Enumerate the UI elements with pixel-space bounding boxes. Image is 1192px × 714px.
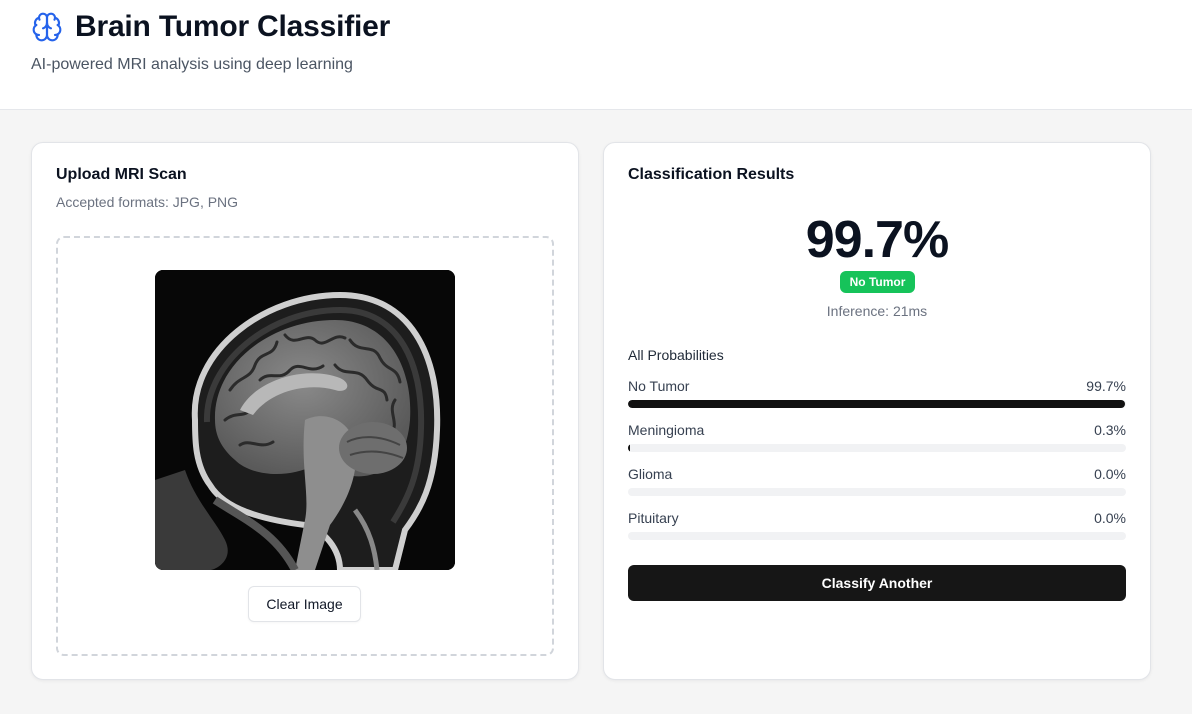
probability-bar-fill xyxy=(628,400,1125,408)
probability-label: Meningioma xyxy=(628,422,705,438)
prediction-badge: No Tumor xyxy=(840,271,915,293)
probability-row: Glioma 0.0% xyxy=(628,466,1126,500)
probability-bar-track xyxy=(628,400,1126,408)
probability-bar-track xyxy=(628,444,1126,452)
probability-label: Glioma xyxy=(628,466,673,482)
results-card: Classification Results 99.7% No Tumor In… xyxy=(603,142,1151,680)
upload-dropzone[interactable]: Clear Image xyxy=(56,236,554,656)
probabilities-title: All Probabilities xyxy=(628,347,724,363)
probability-value: 0.0% xyxy=(1094,466,1126,482)
probability-value: 0.3% xyxy=(1094,422,1126,438)
results-card-title: Classification Results xyxy=(628,166,795,183)
app-subtitle: AI-powered MRI analysis using deep learn… xyxy=(31,56,353,73)
probability-row: No Tumor 99.7% xyxy=(628,378,1126,412)
mri-preview-image xyxy=(155,270,455,570)
upload-card: Upload MRI Scan Accepted formats: JPG, P… xyxy=(31,142,579,680)
probability-bar-track xyxy=(628,532,1126,540)
probability-label: Pituitary xyxy=(628,510,679,526)
top-confidence: 99.7% xyxy=(805,211,949,269)
probability-label: No Tumor xyxy=(628,378,690,394)
probability-value: 99.7% xyxy=(1086,378,1126,394)
probability-row: Meningioma 0.3% xyxy=(628,422,1126,456)
clear-image-button[interactable]: Clear Image xyxy=(248,586,361,622)
upload-card-title: Upload MRI Scan xyxy=(56,166,187,183)
app-title: Brain Tumor Classifier xyxy=(75,10,391,43)
app-header: Brain Tumor Classifier AI-powered MRI an… xyxy=(0,0,1192,110)
inference-time: Inference: 21ms xyxy=(826,303,928,319)
accepted-formats-text: Accepted formats: JPG, PNG xyxy=(56,194,239,210)
probability-bar-fill xyxy=(628,444,630,452)
brain-icon xyxy=(32,12,62,42)
classify-another-button[interactable]: Classify Another xyxy=(628,565,1126,601)
probability-bar-track xyxy=(628,488,1126,496)
probability-value: 0.0% xyxy=(1094,510,1126,526)
probability-row: Pituitary 0.0% xyxy=(628,510,1126,544)
